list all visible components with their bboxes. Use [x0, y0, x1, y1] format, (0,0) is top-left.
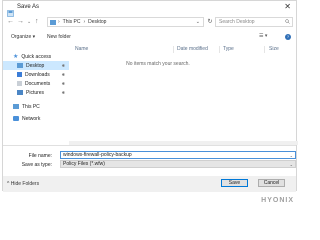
sidebar-item-quick-access[interactable]: ★ Quick access [3, 52, 69, 61]
sidebar-item-downloads[interactable]: Downloads ✱ [3, 70, 69, 79]
network-icon [13, 116, 19, 121]
chevron-right-icon: › [83, 19, 86, 25]
column-header-type[interactable]: Type [223, 46, 234, 52]
pc-icon [50, 19, 56, 25]
organize-button[interactable]: Organize ▾ [11, 34, 35, 40]
view-options-button[interactable]: ☰ ▾ [259, 33, 267, 39]
divider [3, 145, 296, 146]
window-title: Save As [17, 4, 40, 10]
chevron-right-icon: › [58, 19, 60, 25]
back-button[interactable]: ← [7, 18, 14, 26]
app-icon [7, 4, 14, 17]
pin-icon: ✱ [61, 72, 65, 77]
new-folder-button[interactable]: New folder [47, 34, 71, 40]
search-input[interactable]: Search Desktop [215, 17, 293, 27]
save-as-type-value: Policy Files (*.wfw) [63, 161, 105, 167]
file-name-value: windows-firewall-policy-backup [63, 152, 132, 158]
toolbar: Organize ▾ New folder ☰ ▾ ? [3, 31, 296, 42]
column-header-size[interactable]: Size [269, 46, 279, 52]
search-icon [285, 19, 290, 26]
column-divider[interactable] [219, 46, 220, 53]
desktop-icon [17, 63, 23, 68]
save-as-type-row: Save as type: Policy Files (*.wfw) ⌄ [3, 160, 296, 169]
help-button[interactable]: ? [285, 34, 291, 40]
column-divider[interactable] [264, 46, 265, 53]
sidebar-item-label: This PC [22, 103, 40, 110]
column-header-date-modified[interactable]: Date modified [177, 46, 208, 52]
sidebar-item-desktop[interactable]: Desktop ✱ [3, 61, 69, 70]
up-button[interactable]: ↑ [35, 18, 39, 26]
search-placeholder: Search Desktop [219, 19, 255, 25]
documents-icon [17, 81, 22, 86]
save-button[interactable]: Save [221, 179, 248, 187]
close-button[interactable]: ✕ [284, 3, 291, 11]
forward-button[interactable]: → [17, 18, 24, 26]
address-bar[interactable]: › This PC › Desktop ⌄ [47, 17, 204, 27]
downloads-icon [17, 72, 22, 77]
pin-icon: ✱ [61, 63, 65, 68]
sidebar-item-label: Desktop [26, 62, 45, 69]
recent-locations-button[interactable]: ⌄ [27, 18, 31, 26]
file-name-input[interactable]: windows-firewall-policy-backup ⌄ [60, 151, 296, 159]
watermark-logo: HYONIX [261, 197, 294, 204]
pin-icon: ✱ [61, 81, 65, 86]
sidebar-item-label: Downloads [25, 71, 50, 78]
cancel-button[interactable]: Cancel [258, 179, 285, 187]
save-as-type-label: Save as type: [21, 162, 52, 168]
pictures-icon [17, 90, 23, 95]
column-divider[interactable] [173, 46, 174, 53]
sidebar-item-label: Quick access [21, 53, 52, 60]
empty-message: No items match your search. [126, 61, 190, 67]
sidebar-item-label: Network [22, 115, 41, 122]
title-bar: Save As ✕ [3, 1, 296, 17]
navigation-bar: ← → ⌄ ↑ › This PC › Desktop ⌄ ↻ Search D… [3, 16, 296, 29]
refresh-button[interactable]: ↻ [205, 17, 215, 27]
file-name-row: File name: windows-firewall-policy-backu… [3, 151, 296, 160]
file-list[interactable]: Name Date modified Type Size No items ma… [69, 44, 298, 145]
chevron-down-icon[interactable]: ⌄ [290, 162, 293, 167]
chevron-down-icon[interactable]: ⌄ [290, 153, 293, 158]
file-name-label: File name: [28, 153, 52, 159]
sidebar-item-documents[interactable]: Documents ✱ [3, 79, 69, 88]
navigation-pane: ★ Quick access Desktop ✱ Downloads ✱ Doc… [3, 44, 69, 145]
sidebar-item-label: Pictures [26, 89, 45, 96]
star-icon: ★ [13, 54, 19, 60]
chevron-down-icon[interactable]: ⌄ [196, 19, 200, 25]
save-as-dialog: Save As ✕ ← → ⌄ ↑ › This PC › Desktop ⌄ … [2, 0, 298, 192]
sidebar-item-network[interactable]: Network [3, 114, 69, 123]
sidebar-item-this-pc[interactable]: This PC [3, 102, 69, 111]
breadcrumb-this-pc[interactable]: This PC [63, 19, 81, 25]
dialog-footer: ^ Hide Folders Save Cancel [3, 176, 296, 192]
pc-icon [13, 104, 19, 109]
column-header-name[interactable]: Name [75, 46, 88, 52]
sidebar-item-label: Documents [25, 80, 51, 87]
breadcrumb-desktop[interactable]: Desktop [88, 19, 106, 25]
sidebar-item-pictures[interactable]: Pictures ✱ [3, 88, 69, 97]
hide-folders-button[interactable]: ^ Hide Folders [7, 181, 39, 187]
save-as-type-select[interactable]: Policy Files (*.wfw) ⌄ [60, 160, 296, 168]
pin-icon: ✱ [61, 90, 65, 95]
